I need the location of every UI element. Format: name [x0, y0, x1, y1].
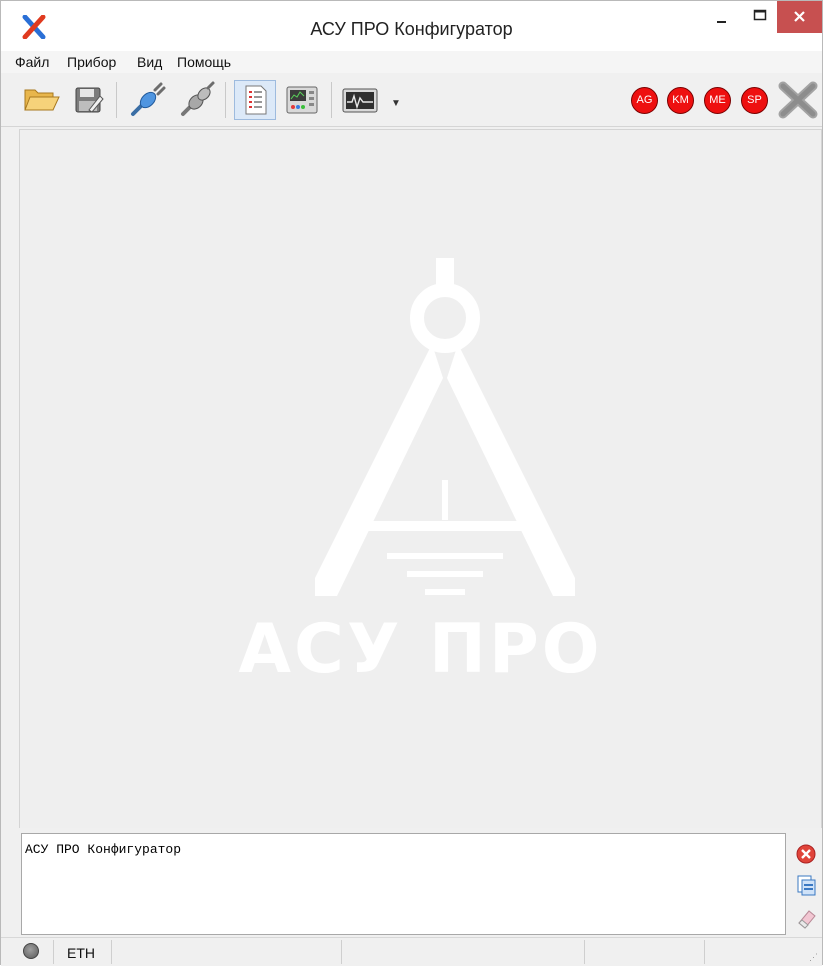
indicator-me: ME [704, 87, 731, 114]
status-separator [53, 940, 54, 964]
report-icon [245, 85, 267, 115]
connection-type: ETH [67, 945, 95, 961]
menu-view[interactable]: Вид [137, 54, 162, 70]
menu-device[interactable]: Прибор [67, 54, 116, 70]
indicator-km: KM [667, 87, 694, 114]
resize-grip-icon[interactable]: ⋰ [809, 952, 818, 963]
status-bar: ETH ⋰ [1, 937, 822, 966]
open-folder-icon [24, 89, 60, 111]
connect-icon [131, 82, 166, 116]
minimize-button[interactable] [703, 1, 739, 33]
oscilloscope-button[interactable] [339, 80, 381, 120]
main-canvas: АСУ ПРО [19, 129, 822, 828]
toolbar-separator [116, 82, 117, 118]
exit-button[interactable] [777, 80, 819, 120]
eraser-icon [798, 910, 816, 929]
connection-led-icon [23, 943, 39, 959]
connect-button[interactable] [127, 80, 169, 120]
log-panel[interactable]: АСУ ПРО Конфигуратор [21, 833, 786, 935]
watermark-text: АСУ ПРО [238, 610, 603, 689]
report-view-button[interactable] [234, 80, 276, 120]
menu-help[interactable]: Помощь [177, 54, 231, 70]
error-icon [796, 844, 816, 864]
menu-file[interactable]: Файл [15, 54, 49, 70]
device-panel-icon [286, 86, 318, 114]
status-separator [584, 940, 585, 964]
disconnect-icon [181, 81, 215, 116]
menu-bar: Файл Прибор Вид Помощь [1, 51, 822, 73]
window-title: АСУ ПРО Конфигуратор [310, 19, 513, 39]
log-text: АСУ ПРО Конфигуратор [25, 842, 182, 857]
indicator-sp: SP [741, 87, 768, 114]
status-separator [704, 940, 705, 964]
toolbar-separator [225, 82, 226, 118]
status-separator [341, 940, 342, 964]
clear-log-button[interactable] [793, 841, 819, 867]
close-button[interactable] [777, 1, 822, 33]
title-bar: АСУ ПРО Конфигуратор [1, 1, 822, 51]
close-icon [778, 81, 818, 119]
chevron-down-icon[interactable]: ▼ [391, 98, 401, 109]
save-icon [75, 87, 104, 113]
status-separator [111, 940, 112, 964]
oscilloscope-icon [342, 88, 378, 113]
open-button[interactable] [21, 80, 63, 120]
copy-log-button[interactable] [793, 872, 819, 898]
toolbar: ▼ AG KM ME SP [1, 74, 822, 127]
app-window: АСУ ПРО Конфигуратор Файл Прибор Вид Пом… [0, 0, 823, 966]
indicator-ag: AG [631, 87, 658, 114]
save-button[interactable] [67, 80, 109, 120]
maximize-button[interactable] [741, 1, 777, 33]
copy-icon [797, 875, 816, 896]
erase-log-button[interactable] [793, 905, 819, 931]
splitter[interactable] [19, 828, 822, 832]
disconnect-button[interactable] [177, 80, 219, 120]
device-panel-button[interactable] [281, 80, 323, 120]
toolbar-separator [331, 82, 332, 118]
